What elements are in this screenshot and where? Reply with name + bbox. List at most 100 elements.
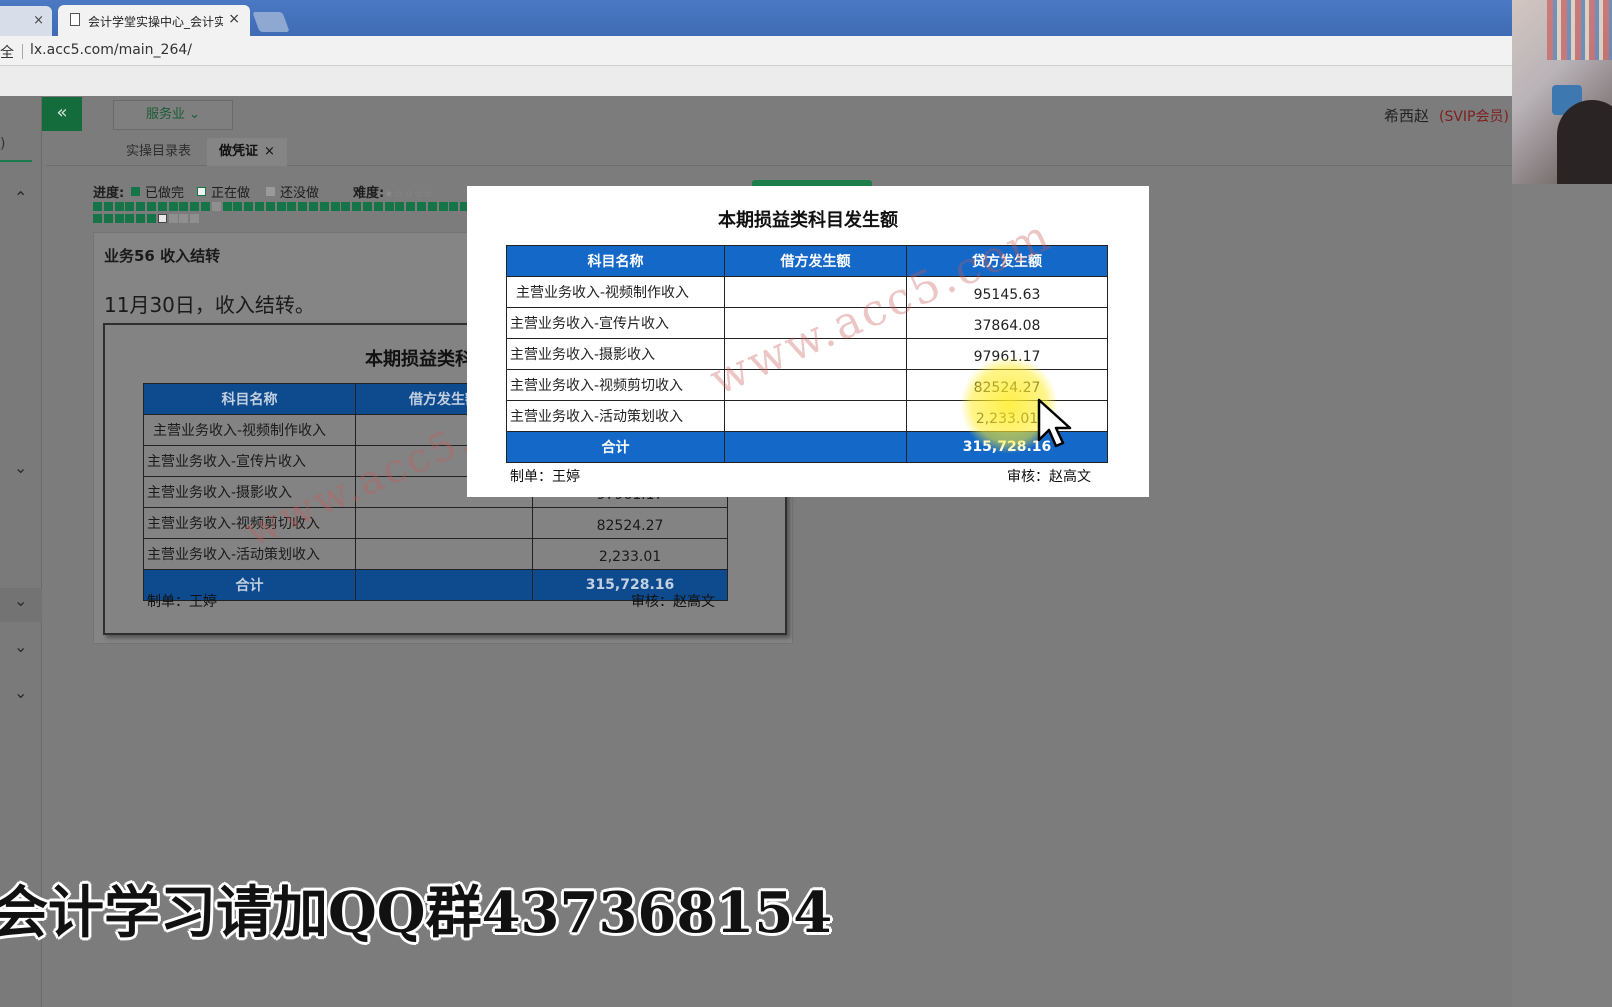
progress-cell[interactable] [136, 202, 146, 211]
progress-cell[interactable] [147, 214, 156, 223]
progress-grid-row [93, 214, 473, 224]
progress-cell[interactable] [427, 202, 437, 211]
table-row: 主营业务收入-活动策划收入 2,233.01 [506, 400, 1108, 432]
page-tabs: 实操目录表 做凭证 × [46, 136, 1512, 166]
security-indicator[interactable]: 全 [0, 42, 14, 62]
progress-cell[interactable] [179, 202, 189, 211]
progress-cell[interactable] [179, 214, 189, 223]
total-row: 合计 315,728.16 [506, 431, 1108, 463]
progress-cell[interactable] [147, 202, 156, 211]
progress-cell[interactable] [222, 202, 232, 211]
progress-cell[interactable] [309, 202, 318, 211]
progress-cell[interactable] [103, 202, 113, 211]
progress-cell[interactable] [395, 202, 405, 211]
column-header: 借方发生额 [724, 245, 907, 277]
sidebar-selection-bar [0, 160, 32, 162]
progress-cell[interactable] [352, 202, 362, 211]
progress-cell[interactable] [363, 202, 372, 211]
progress-cell[interactable] [114, 202, 124, 211]
progress-cell[interactable] [93, 202, 102, 211]
progress-cell[interactable] [190, 202, 200, 211]
progress-cell[interactable] [265, 202, 275, 211]
tab-voucher[interactable]: 做凭证 × [207, 138, 287, 166]
progress-cell[interactable] [211, 202, 221, 211]
legend-todo: 还没做 [266, 182, 319, 201]
toolbar-gap [0, 66, 1512, 96]
user-level-badge: (SVIP会员) [1439, 109, 1509, 125]
progress-cell[interactable] [93, 214, 102, 223]
reviewer-label: 审核：赵高文 [1007, 469, 1091, 485]
progress-cell[interactable] [406, 202, 416, 211]
progress-cell[interactable] [233, 202, 243, 211]
close-icon[interactable]: × [264, 144, 275, 159]
progress-grid-row [93, 202, 473, 212]
report-popup[interactable]: 本期损益类科目发生额 科目名称 借方发生额 贷方发生额 主营业务收入-视频制作收… [467, 186, 1149, 497]
reviewer-label: 审核：赵高文 [631, 594, 715, 610]
progress-cell[interactable] [287, 202, 297, 211]
progress-cell[interactable] [125, 202, 135, 211]
progress-cell[interactable] [201, 202, 210, 211]
user-name[interactable]: 希西赵 [1384, 105, 1429, 126]
chevron-down-icon[interactable]: ⌄ [14, 591, 27, 610]
progress-cell[interactable] [319, 202, 329, 211]
page-icon [70, 13, 80, 26]
progress-cell[interactable] [157, 202, 167, 211]
table-row: 主营业务收入-摄影收入97961.17 [506, 338, 1108, 370]
tab-directory[interactable]: 实操目录表 [114, 138, 203, 166]
progress-cell[interactable] [330, 202, 340, 211]
progress-cell[interactable] [103, 214, 113, 223]
chevron-down-icon[interactable]: ⌄ [14, 458, 27, 477]
presenter [1557, 100, 1612, 184]
sidebar-text: ) [0, 136, 6, 152]
bookshelf [1547, 0, 1612, 60]
webcam-overlay [1512, 0, 1612, 184]
progress-cell[interactable] [168, 214, 178, 223]
address-bar: 全 lx.acc5.com/main_264/ [0, 36, 1512, 66]
progress-cell[interactable] [298, 202, 308, 211]
new-tab-button[interactable] [252, 12, 290, 32]
progress-cell[interactable] [438, 202, 448, 211]
table-row: 主营业务收入-视频制作收入95145.63 [506, 276, 1108, 308]
column-header: 科目名称 [143, 383, 356, 415]
url-input[interactable]: lx.acc5.com/main_264/ [30, 42, 192, 58]
collapse-sidebar-button[interactable]: « [42, 97, 82, 131]
industry-dropdown[interactable]: 服务业 ⌄ [113, 100, 233, 130]
progress-cell[interactable] [168, 202, 178, 211]
column-header: 贷方发生额 [906, 245, 1108, 277]
column-header: 科目名称 [506, 245, 725, 277]
chevron-up-icon[interactable]: ⌃ [14, 188, 27, 207]
table-row: 主营业务收入-活动策划收入 2,233.01 [143, 538, 728, 570]
progress-cell[interactable] [449, 202, 459, 211]
table-row: 主营业务收入-视频剪切收入 82524.27 [506, 369, 1108, 401]
progress-cell[interactable] [255, 202, 264, 211]
difficulty-stars: ★☆☆☆☆ [384, 189, 435, 200]
progress-cell[interactable] [276, 202, 286, 211]
legend-doing: 正在做 [197, 182, 250, 201]
close-icon[interactable]: × [33, 13, 44, 28]
todo-swatch [266, 187, 275, 196]
progress-cell[interactable] [373, 202, 383, 211]
chevron-down-icon[interactable]: ⌄ [14, 683, 27, 702]
business-title: 业务56 收入结转 [104, 247, 221, 265]
tab-label: 实操目录表 [126, 144, 192, 159]
caption-overlay: 会计学习请加QQ群437368154 [0, 880, 833, 946]
report-table: 科目名称 借方发生额 贷方发生额 主营业务收入-视频制作收入95145.63 主… [506, 245, 1108, 463]
close-icon[interactable]: × [228, 11, 240, 27]
legend-done: 已做完 [131, 182, 184, 201]
progress-cell[interactable] [190, 214, 200, 223]
chevron-down-icon[interactable]: ⌄ [14, 637, 27, 656]
browser-tab-previous[interactable]: × [0, 6, 52, 36]
progress-cell[interactable] [157, 214, 167, 223]
progress-cell[interactable] [244, 202, 254, 211]
progress-cell[interactable] [341, 202, 351, 211]
progress-cell[interactable] [125, 214, 135, 223]
progress-cell[interactable] [417, 202, 426, 211]
browser-tab-active[interactable]: 会计学堂实操中心_会计实 × [58, 5, 250, 36]
progress-label: 进度: [93, 186, 125, 201]
maker-label: 制单：王婷 [147, 594, 217, 610]
progress-cell[interactable] [136, 214, 146, 223]
tab-label: 做凭证 [219, 144, 259, 159]
progress-cell[interactable] [114, 214, 124, 223]
progress-cell[interactable] [384, 202, 394, 211]
doing-swatch [197, 187, 206, 196]
